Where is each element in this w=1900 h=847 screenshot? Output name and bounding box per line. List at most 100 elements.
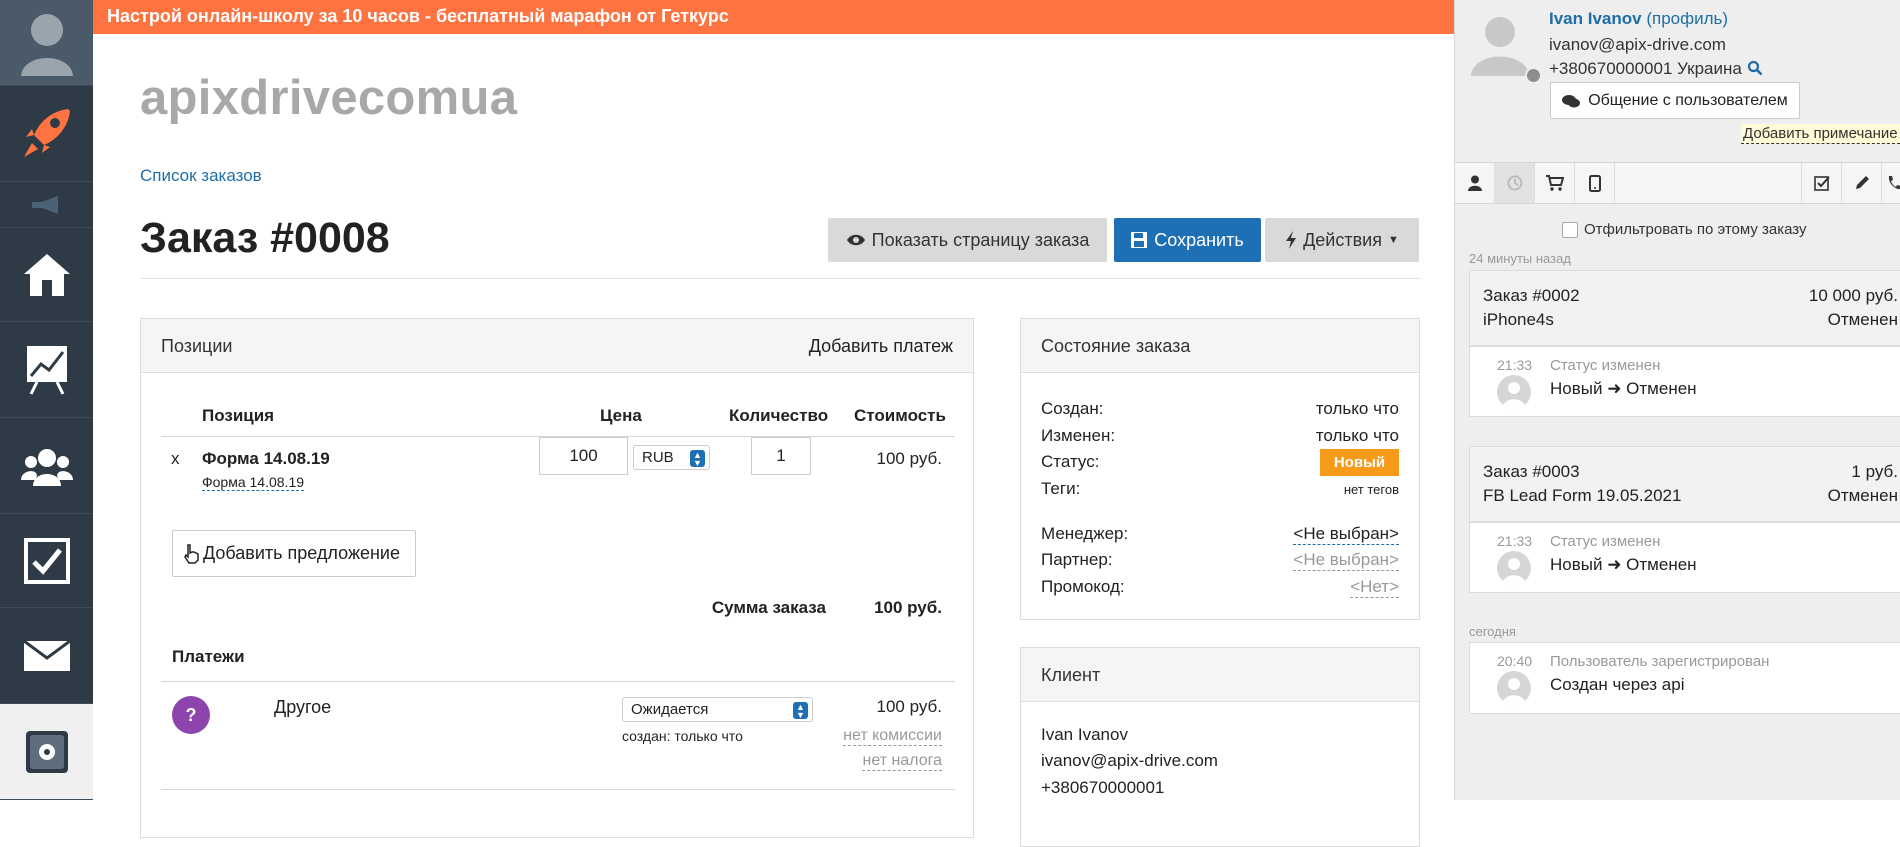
payment-status-select[interactable]: Ожидается ▲ ▼ <box>622 697 813 722</box>
promo-label: Промокод: <box>1041 577 1125 596</box>
tags-label: Теги: <box>1041 479 1081 498</box>
remove-position-button[interactable]: x <box>171 449 180 469</box>
avatar <box>1497 551 1531 585</box>
tab-user[interactable] <box>1455 163 1495 203</box>
manager-select-link[interactable]: <Не выбран> <box>1293 524 1399 545</box>
order-state-header: Состояние заказа <box>1021 319 1419 373</box>
home-icon <box>23 253 70 296</box>
filter-checkbox[interactable] <box>1562 222 1578 238</box>
positions-title: Позиции <box>161 336 233 356</box>
check-icon <box>1813 176 1830 191</box>
order-state-title: Состояние заказа <box>1041 336 1191 356</box>
lightning-icon <box>1286 231 1297 249</box>
column-header-price: Цена <box>600 406 642 425</box>
order-link[interactable]: Заказ #0003 <box>1483 462 1580 482</box>
save-button-label: Сохранить <box>1154 229 1244 250</box>
order-amount: 10 000 руб. <box>1808 286 1898 305</box>
add-offer-label: Добавить предложение <box>203 543 400 563</box>
payment-created: создан: только что <box>622 728 743 744</box>
select-arrows-icon: ▲ ▼ <box>793 702 808 720</box>
pencil-icon <box>1855 176 1869 189</box>
user-profile-link[interactable]: (профиль) <box>1646 9 1728 28</box>
payment-type-link[interactable]: Другое <box>274 697 331 718</box>
partner-label: Партнер: <box>1041 550 1113 569</box>
time-ago-label: 24 минуты назад <box>1469 251 1571 266</box>
payment-question-icon: ? <box>172 696 210 734</box>
created-label: Создан: <box>1041 399 1104 418</box>
show-order-page-button[interactable]: Показать страницу заказа <box>828 218 1107 262</box>
today-label: сегодня <box>1469 624 1516 639</box>
payment-tax-link[interactable]: нет налога <box>862 752 942 771</box>
client-panel: Клиент Ivan Ivanov ivanov@apix-drive.com… <box>1020 647 1420 847</box>
avatar <box>1497 671 1531 705</box>
sidebar-item-tasks[interactable] <box>0 514 93 608</box>
price-input[interactable]: 100 <box>539 437 628 475</box>
event-title: Статус изменен <box>1550 357 1661 374</box>
column-header-position: Позиция <box>202 406 275 425</box>
add-offer-button[interactable]: Добавить предложение <box>172 530 416 577</box>
chat-with-user-button[interactable]: Общение с пользователем <box>1550 82 1800 119</box>
add-note-link[interactable]: Добавить примечание <box>1741 124 1900 144</box>
tags-value[interactable]: нет тегов <box>1344 482 1399 497</box>
client-name-link[interactable]: Ivan Ivanov <box>1041 725 1128 745</box>
partner-select-link[interactable]: <Не выбран> <box>1293 550 1399 571</box>
show-order-page-label: Показать страницу заказа <box>871 229 1090 250</box>
user-name-link[interactable]: Ivan Ivanov <box>1549 9 1642 28</box>
status-change-card: 21:33 Статус изменен Новый ➜ Отменен <box>1469 522 1900 593</box>
tab-tasks[interactable] <box>1801 163 1841 203</box>
sidebar-item-home[interactable] <box>0 228 93 322</box>
select-arrows-icon: ▲ ▼ <box>690 450 705 468</box>
tab-notes[interactable] <box>1841 163 1881 203</box>
event-change: Новый ➜ Отменен <box>1550 379 1697 398</box>
client-header: Клиент <box>1021 648 1419 702</box>
megaphone-icon <box>31 195 58 214</box>
tab-calls[interactable] <box>1881 163 1900 203</box>
tab-orders[interactable] <box>1535 163 1575 203</box>
comments-icon <box>1562 94 1581 107</box>
order-product: FB Lead Form 19.05.2021 <box>1483 486 1682 505</box>
tab-history[interactable] <box>1495 163 1535 203</box>
position-name-link[interactable]: Форма 14.08.19 <box>202 449 330 469</box>
order-state-panel: Состояние заказа Создан: только что Изме… <box>1020 318 1420 620</box>
status-badge[interactable]: Новый <box>1320 449 1399 476</box>
manager-label: Менеджер: <box>1041 524 1129 543</box>
left-sidebar <box>0 0 93 800</box>
payment-status-value: Ожидается <box>631 701 709 718</box>
changed-label: Изменен: <box>1041 426 1116 445</box>
column-header-cost: Стоимость <box>854 406 946 425</box>
order-event-card: Заказ #0002 10 000 руб. iPhone4s Отменен <box>1469 270 1900 346</box>
sidebar-item-users[interactable] <box>0 418 93 514</box>
breadcrumb-orders-list[interactable]: Список заказов <box>140 166 262 186</box>
sidebar-item-announcements[interactable] <box>0 182 93 228</box>
sidebar-item-messages[interactable] <box>0 608 93 704</box>
actions-dropdown-button[interactable]: Действия ▼ <box>1265 218 1419 262</box>
search-icon[interactable] <box>1747 60 1763 76</box>
promo-banner-text: Настрой онлайн-школу за 10 часов - беспл… <box>107 6 729 26</box>
sidebar-item-settings[interactable] <box>0 704 93 800</box>
event-change: Новый ➜ Отменен <box>1550 555 1697 574</box>
promo-select-link[interactable]: <Нет> <box>1350 577 1399 598</box>
currency-select[interactable]: RUB ▲ ▼ <box>633 445 710 470</box>
sidebar-user-avatar[interactable] <box>0 0 93 86</box>
user-phone: +380670000001 Украина <box>1549 59 1742 78</box>
user-icon <box>1502 382 1526 409</box>
promo-banner[interactable]: Настрой онлайн-школу за 10 часов - беспл… <box>93 0 1454 34</box>
payment-commission-link[interactable]: нет комиссии <box>843 727 942 746</box>
add-payment-link[interactable]: Добавить платеж <box>809 336 953 357</box>
order-link[interactable]: Заказ #0002 <box>1483 286 1580 306</box>
quantity-input[interactable]: 1 <box>751 437 811 475</box>
tab-devices[interactable] <box>1575 163 1615 203</box>
site-title: apixdrivecomua <box>140 71 518 125</box>
sidebar-item-launch[interactable] <box>0 86 93 182</box>
order-sum-label: Сумма заказа <box>711 598 826 617</box>
position-offer-link[interactable]: Форма 14.08.19 <box>202 474 305 491</box>
actions-button-label: Действия <box>1303 229 1382 250</box>
order-state: Отменен <box>1827 486 1898 505</box>
client-phone: +380670000001 <box>1041 778 1165 797</box>
client-title: Клиент <box>1041 665 1101 685</box>
chat-button-label: Общение с пользователем <box>1588 91 1788 109</box>
save-button[interactable]: Сохранить <box>1114 218 1261 262</box>
user-avatar <box>1469 12 1531 76</box>
cart-icon <box>1545 175 1564 191</box>
sidebar-item-statistics[interactable] <box>0 322 93 418</box>
